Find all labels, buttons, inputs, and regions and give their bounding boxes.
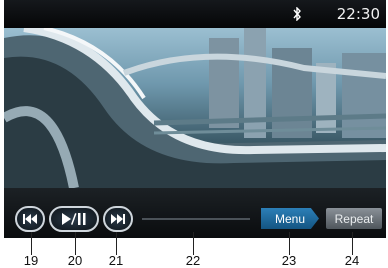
callout-line [289, 232, 290, 255]
repeat-button[interactable]: Repeat [326, 208, 382, 229]
callout-label: 20 [67, 253, 83, 268]
video-playback-area[interactable] [4, 28, 386, 188]
callout-label: 23 [281, 253, 297, 268]
previous-track-button[interactable] [15, 206, 45, 232]
callout-label: 22 [185, 253, 201, 268]
skip-next-icon [111, 214, 125, 224]
callout-line [31, 232, 32, 255]
playback-progress-bar[interactable] [142, 218, 250, 220]
head-unit-screen: 22:30 [4, 0, 386, 238]
callout-label: 24 [344, 253, 360, 268]
callout-line [352, 232, 353, 255]
play-pause-icon [62, 213, 86, 225]
menu-button[interactable]: Menu [261, 208, 319, 229]
next-track-button[interactable] [103, 206, 133, 232]
callout-line [193, 232, 194, 255]
callout-line [75, 232, 76, 255]
video-frame-image [4, 28, 386, 188]
status-bar: 22:30 [4, 0, 386, 28]
callout-label: 19 [23, 253, 39, 268]
callout-line [116, 232, 117, 255]
play-pause-button[interactable] [49, 206, 99, 232]
skip-previous-icon [23, 214, 37, 224]
callout-label: 21 [108, 253, 124, 268]
bluetooth-icon [293, 7, 301, 21]
clock-time: 22:30 [336, 5, 380, 23]
